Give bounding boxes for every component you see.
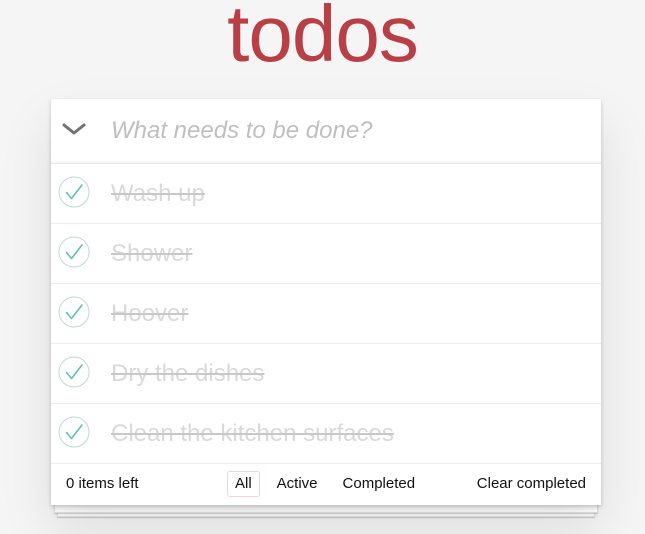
todo-label[interactable]: Clean the kitchen surfaces [111, 404, 394, 464]
filter-active[interactable]: Active [269, 471, 326, 497]
todo-toggle[interactable] [58, 236, 90, 273]
check-circle-icon [58, 236, 90, 273]
todo-item: Dry the dishes [51, 344, 601, 404]
filters: All Active Completed [227, 471, 432, 497]
clear-completed-button[interactable]: Clear completed [477, 464, 586, 504]
new-todo-input[interactable] [111, 111, 591, 151]
todo-label[interactable]: Hoover [111, 284, 188, 344]
filter-completed[interactable]: Completed [335, 471, 424, 497]
check-circle-icon [58, 356, 90, 393]
todo-toggle[interactable] [58, 416, 90, 453]
todo-item: Shower [51, 224, 601, 284]
check-circle-icon [58, 296, 90, 333]
app-title: todos [227, 0, 419, 78]
todo-label[interactable]: Wash up [111, 164, 205, 224]
chevron-down-icon [62, 122, 86, 141]
check-circle-icon [58, 416, 90, 453]
todo-toggle[interactable] [58, 356, 90, 393]
todo-label[interactable]: Shower [111, 224, 192, 284]
filter-all[interactable]: All [227, 471, 260, 497]
todo-app: Wash up Shower [51, 99, 601, 505]
todo-item: Wash up [51, 164, 601, 224]
todo-item: Hoover [51, 284, 601, 344]
check-circle-icon [58, 176, 90, 213]
todo-toggle[interactable] [58, 176, 90, 213]
todo-footer: 0 items left All Active Completed Clear … [51, 464, 601, 505]
todo-list: Wash up Shower Hoover Dry the dishes Cle… [51, 164, 601, 464]
toggle-all-button[interactable] [51, 99, 96, 164]
todo-toggle[interactable] [58, 296, 90, 333]
items-left-count: 0 items left [66, 475, 139, 492]
todo-item: Clean the kitchen surfaces [51, 404, 601, 464]
new-todo-header [51, 99, 601, 164]
todo-label[interactable]: Dry the dishes [111, 344, 264, 404]
